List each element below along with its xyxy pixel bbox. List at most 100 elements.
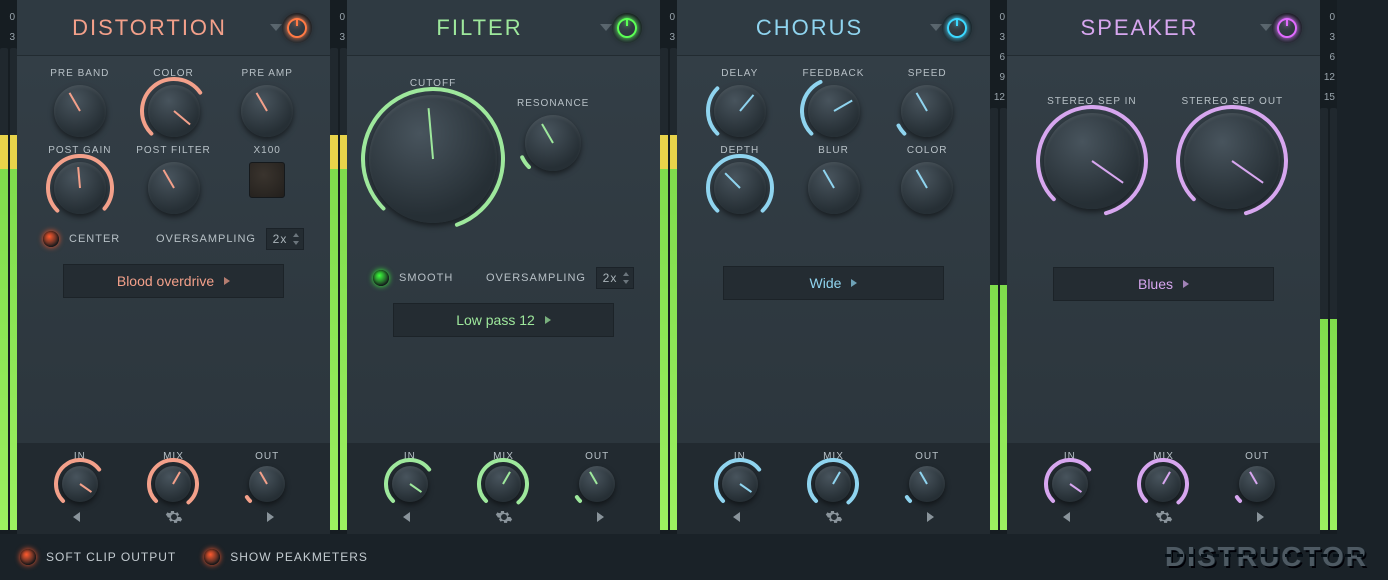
led-icon — [204, 549, 220, 565]
center-toggle[interactable]: CENTER — [69, 233, 120, 245]
settings-button[interactable] — [165, 508, 183, 526]
settings-button[interactable] — [495, 508, 513, 526]
led-icon — [20, 549, 36, 565]
meter-scale-num: 0 — [1320, 8, 1337, 28]
module-title: CHORUS — [703, 15, 916, 41]
color-label: COLOR — [153, 68, 194, 79]
oversampling-value[interactable]: 2x — [266, 228, 304, 250]
post-gain-label: POST GAIN — [48, 145, 111, 156]
meter-scale-num: 3 — [0, 28, 17, 48]
mix-knob[interactable] — [1145, 466, 1181, 502]
stereo-sep-out-knob[interactable] — [1184, 113, 1280, 209]
module-title-dropdown[interactable]: CHORUS — [703, 15, 942, 41]
out-label: OUT — [915, 451, 939, 462]
module-title: FILTER — [373, 15, 586, 41]
chevron-down-icon — [270, 24, 282, 31]
color-knob[interactable] — [148, 85, 200, 137]
power-button[interactable] — [612, 13, 642, 43]
module-chorus: CHORUS DELAY FEEDBACK SPEED — [677, 0, 990, 534]
in-knob[interactable] — [1052, 466, 1088, 502]
meter-scale-num: 12 — [990, 88, 1007, 108]
module-title: SPEAKER — [1033, 15, 1246, 41]
preset-selector[interactable]: Blues — [1053, 267, 1274, 301]
mix-knob[interactable] — [155, 466, 191, 502]
mix-label: MIX — [823, 451, 844, 462]
smooth-toggle[interactable]: SMOOTH — [399, 272, 453, 284]
delay-knob[interactable] — [714, 85, 766, 137]
settings-button[interactable] — [825, 508, 843, 526]
power-button[interactable] — [942, 13, 972, 43]
stereo-sep-in-knob[interactable] — [1044, 113, 1140, 209]
oversampling-value[interactable]: 2x — [596, 267, 634, 289]
chevron-down-icon — [930, 24, 942, 31]
show-peakmeters-label: SHOW PEAKMETERS — [230, 550, 368, 564]
mix-knob[interactable] — [485, 466, 521, 502]
out-label: OUT — [585, 451, 609, 462]
next-preset-button[interactable] — [267, 512, 274, 522]
preset-selector[interactable]: Low pass 12 — [393, 303, 614, 337]
depth-knob[interactable] — [714, 162, 766, 214]
post-filter-knob[interactable] — [148, 162, 200, 214]
out-label: OUT — [255, 451, 279, 462]
out-knob[interactable] — [909, 466, 945, 502]
prev-preset-button[interactable] — [733, 512, 740, 522]
in-knob[interactable] — [722, 466, 758, 502]
resonance-knob[interactable] — [525, 115, 581, 171]
meter-scale-num: 0 — [660, 8, 677, 28]
peak-meter: 036912 — [990, 0, 1007, 534]
show-peakmeters-toggle[interactable]: SHOW PEAKMETERS — [204, 549, 368, 565]
preset-name: Low pass 12 — [456, 312, 535, 328]
preset-selector[interactable]: Wide — [723, 266, 944, 300]
next-preset-button[interactable] — [927, 512, 934, 522]
prev-preset-button[interactable] — [403, 512, 410, 522]
in-label: IN — [1064, 451, 1076, 462]
module-dist: DISTORTION PRE BAND COLOR PRE AMP — [17, 0, 330, 534]
power-button[interactable] — [282, 13, 312, 43]
settings-button[interactable] — [1155, 508, 1173, 526]
x100-label: X100 — [254, 145, 281, 156]
pre-amp-knob[interactable] — [241, 85, 293, 137]
feedback-label: FEEDBACK — [803, 68, 865, 79]
prev-preset-button[interactable] — [73, 512, 80, 522]
feedback-knob[interactable] — [808, 85, 860, 137]
next-preset-button[interactable] — [1257, 512, 1264, 522]
power-button[interactable] — [1272, 13, 1302, 43]
x100-toggle[interactable] — [249, 162, 285, 198]
module-filter: FILTER CUTOFF RESONANCE — [347, 0, 660, 534]
module-title-dropdown[interactable]: DISTORTION — [43, 15, 282, 41]
color-knob[interactable] — [901, 162, 953, 214]
power-icon — [617, 18, 637, 38]
pre-band-knob[interactable] — [54, 85, 106, 137]
next-preset-button[interactable] — [597, 512, 604, 522]
meter-scale-num: 0 — [0, 8, 17, 28]
soft-clip-output-toggle[interactable]: SOFT CLIP OUTPUT — [20, 549, 176, 565]
module-title: DISTORTION — [43, 15, 256, 41]
out-knob[interactable] — [249, 466, 285, 502]
prev-preset-button[interactable] — [1063, 512, 1070, 522]
oversampling-label: OVERSAMPLING — [486, 272, 586, 284]
oversampling-label: OVERSAMPLING — [156, 233, 256, 245]
meter-scale-num: 9 — [990, 68, 1007, 88]
module-title-dropdown[interactable]: FILTER — [373, 15, 612, 41]
product-logo: DISTRUCTOR — [1165, 541, 1368, 573]
chevron-right-icon — [224, 277, 230, 285]
post-gain-knob[interactable] — [54, 162, 106, 214]
preset-name: Blood overdrive — [117, 273, 214, 289]
preset-selector[interactable]: Blood overdrive — [63, 264, 284, 298]
blur-knob[interactable] — [808, 162, 860, 214]
mix-label: MIX — [163, 451, 184, 462]
stereo-sep-out-label: STEREO SEP OUT — [1182, 96, 1284, 107]
mix-knob[interactable] — [815, 466, 851, 502]
out-knob[interactable] — [1239, 466, 1275, 502]
module-title-dropdown[interactable]: SPEAKER — [1033, 15, 1272, 41]
speed-knob[interactable] — [901, 85, 953, 137]
meter-scale-num: 15 — [1320, 88, 1337, 108]
out-knob[interactable] — [579, 466, 615, 502]
cutoff-knob[interactable] — [369, 95, 497, 223]
in-knob[interactable] — [392, 466, 428, 502]
depth-label: DEPTH — [720, 145, 759, 156]
in-knob[interactable] — [62, 466, 98, 502]
led-icon — [43, 231, 59, 247]
power-icon — [1277, 18, 1297, 38]
meter-scale-num: 3 — [990, 28, 1007, 48]
